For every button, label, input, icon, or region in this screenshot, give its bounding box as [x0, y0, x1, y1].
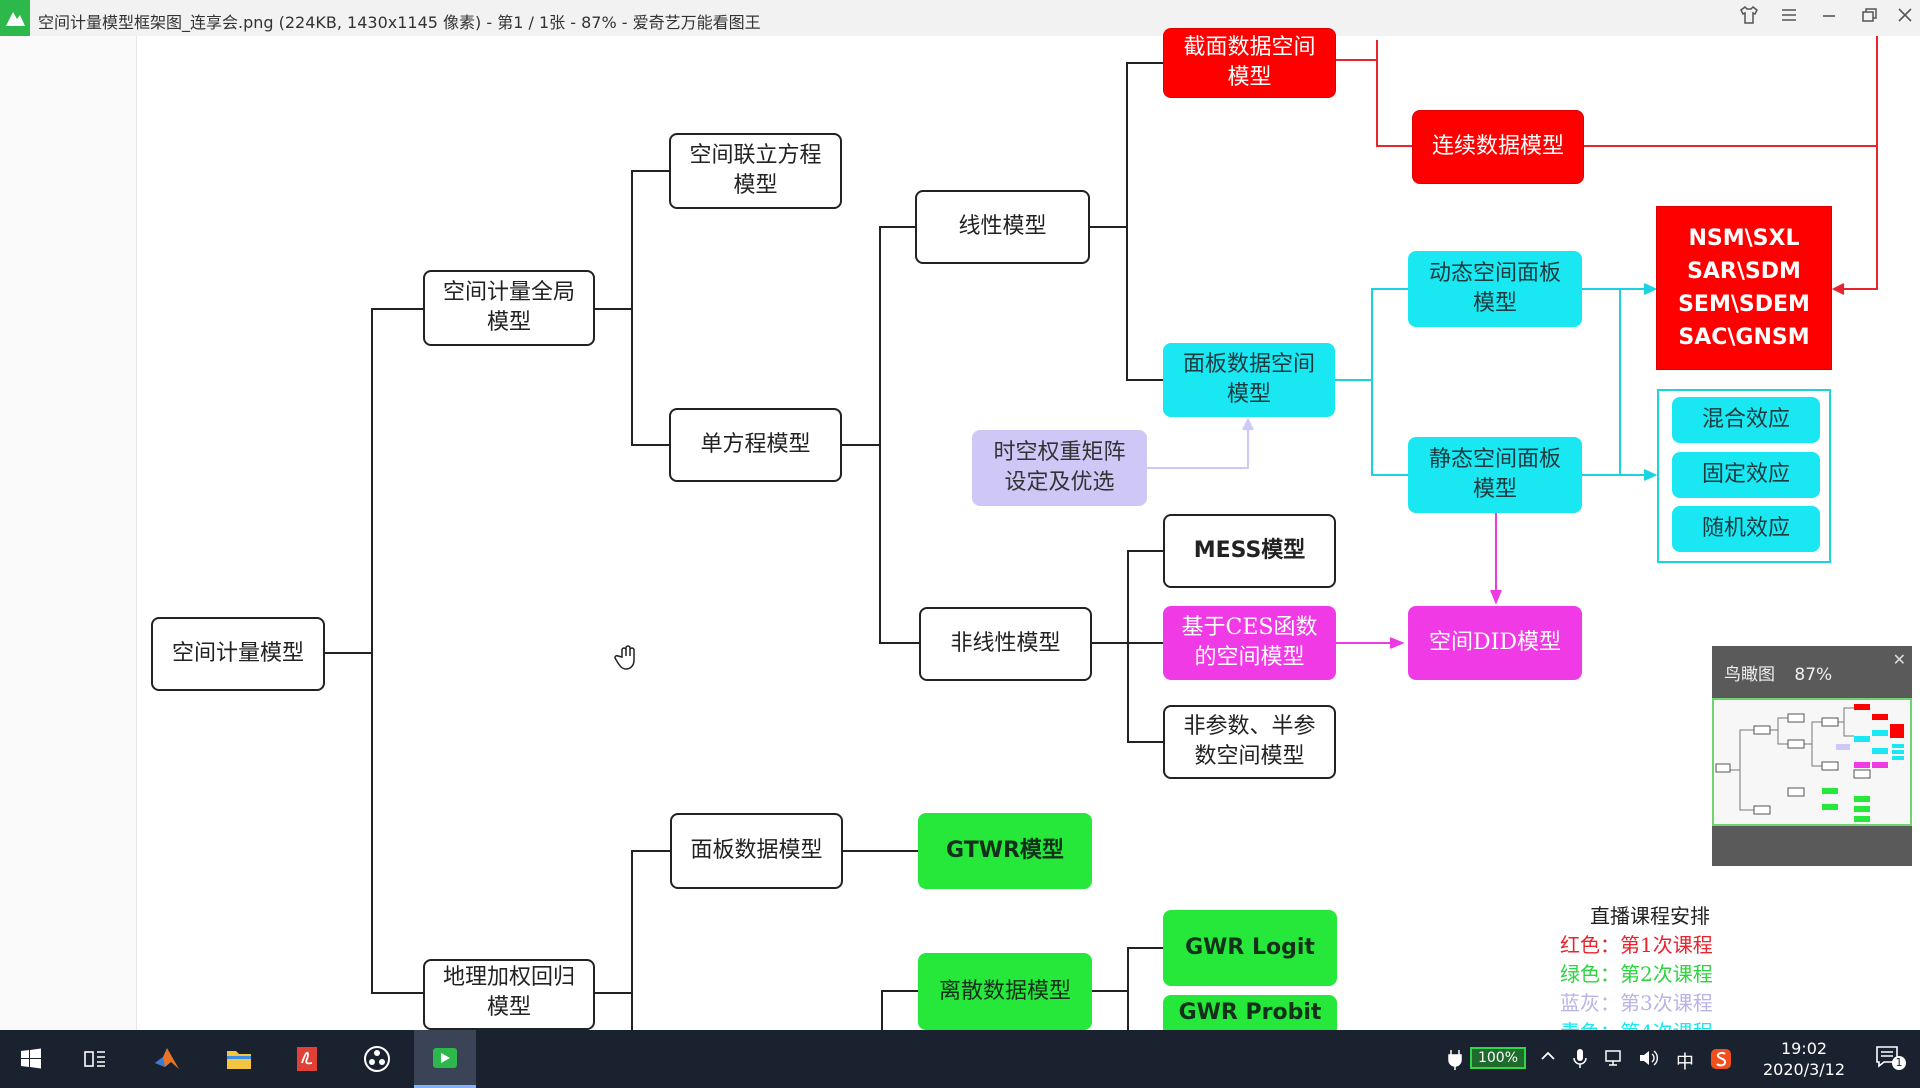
node-discrete-data-model: 离散数据模型 — [918, 953, 1092, 1030]
legend-label: 红色： — [1560, 933, 1620, 957]
node-single-equation: 单方程模型 — [669, 408, 842, 482]
legend-value: 第1次课程 — [1620, 933, 1713, 957]
node-continuous-data-model: 连续数据模型 — [1412, 110, 1584, 184]
node-mixed-effect: 混合效应 — [1672, 397, 1820, 443]
volume-icon[interactable] — [1638, 1048, 1660, 1073]
taskbar: 100% 中 19:02 2020/3/12 1 — [0, 1030, 1920, 1088]
legend-value: 第3次课程 — [1620, 991, 1713, 1015]
matlab-icon[interactable] — [136, 1030, 198, 1088]
course-legend: 直播课程安排 红色：第1次课程 绿色：第2次课程 蓝灰：第3次课程 青色：第4次… — [1560, 902, 1760, 1031]
minimap-panel[interactable]: 鸟瞰图 87% ✕ — [1712, 646, 1912, 866]
node-gtwr-model: GTWR模型 — [918, 813, 1092, 889]
node-did-model: 空间DID模型 — [1408, 606, 1582, 680]
legend-label: 绿色： — [1560, 962, 1620, 986]
minimap-viewport[interactable] — [1712, 698, 1912, 826]
image-viewer-taskbar-icon[interactable] — [414, 1030, 476, 1088]
legend-title: 直播课程安排 — [1590, 904, 1710, 928]
microphone-icon[interactable] — [1572, 1048, 1588, 1075]
node-ces-model: 基于CES函数 的空间模型 — [1163, 606, 1336, 680]
obs-icon[interactable] — [346, 1030, 408, 1088]
chevron-up-icon[interactable] — [1540, 1048, 1556, 1069]
minimap-title: 鸟瞰图 — [1724, 665, 1775, 685]
node-fixed-effect: 固定效应 — [1672, 452, 1820, 498]
power-plug-icon[interactable] — [1446, 1048, 1464, 1075]
sogou-input-icon[interactable] — [1710, 1048, 1732, 1075]
node-panel-spatial-model: 面板数据空间 模型 — [1163, 343, 1335, 417]
clock-date: 2020/3/12 — [1762, 1060, 1846, 1079]
legend-row: 绿色：第2次课程 — [1560, 960, 1760, 989]
clock-time: 19:02 — [1780, 1039, 1828, 1058]
legend-value: 第2次课程 — [1620, 962, 1713, 986]
node-nsm-models: NSM\SXL SAR\SDM SEM\SDEM SAC\GNSM — [1656, 206, 1832, 370]
notification-center-icon[interactable]: 1 — [1874, 1044, 1906, 1077]
node-dynamic-panel: 动态空间面板 模型 — [1408, 251, 1582, 327]
notification-count: 1 — [1892, 1056, 1906, 1070]
node-gwr-logit: GWR Logit — [1163, 910, 1337, 986]
minimap-close-icon[interactable]: ✕ — [1893, 650, 1906, 669]
minimap-zoom: 87% — [1794, 665, 1833, 685]
node-nonlinear-model: 非线性模型 — [919, 607, 1092, 681]
node-mess-model: MESS模型 — [1163, 514, 1336, 588]
node-random-effect: 随机效应 — [1672, 506, 1820, 552]
node-nonparametric-model: 非参数、半参 数空间模型 — [1163, 705, 1336, 779]
legend-label: 蓝灰： — [1560, 991, 1620, 1015]
pdf-reader-icon[interactable] — [276, 1030, 338, 1088]
node-root: 空间计量模型 — [151, 617, 325, 691]
file-explorer-icon[interactable] — [208, 1030, 270, 1088]
node-cross-section-model: 截面数据空间 模型 — [1163, 28, 1336, 98]
node-simultaneous-equation: 空间联立方程 模型 — [669, 133, 842, 209]
node-linear-model: 线性模型 — [915, 190, 1090, 264]
node-weight-matrix: 时空权重矩阵 设定及优选 — [972, 430, 1147, 506]
minimap-header: 鸟瞰图 87% — [1724, 660, 1832, 685]
task-view-icon[interactable] — [64, 1030, 126, 1088]
node-gwr-model: 地理加权回归 模型 — [423, 959, 595, 1030]
network-icon[interactable] — [1604, 1048, 1626, 1073]
node-global-model: 空间计量全局 模型 — [423, 270, 595, 346]
node-gwr-probit: GWR Probit — [1163, 995, 1337, 1030]
ime-indicator[interactable]: 中 — [1676, 1048, 1694, 1074]
node-static-panel: 静态空间面板 模型 — [1408, 437, 1582, 513]
start-button[interactable] — [0, 1030, 62, 1088]
battery-indicator[interactable]: 100% — [1470, 1047, 1526, 1069]
node-panel-data-model: 面板数据模型 — [670, 813, 843, 889]
legend-row: 蓝灰：第3次课程 — [1560, 989, 1760, 1018]
hand-cursor-icon — [614, 645, 640, 675]
clock[interactable]: 19:02 2020/3/12 — [1740, 1038, 1868, 1080]
legend-row: 红色：第1次课程 — [1560, 931, 1760, 960]
